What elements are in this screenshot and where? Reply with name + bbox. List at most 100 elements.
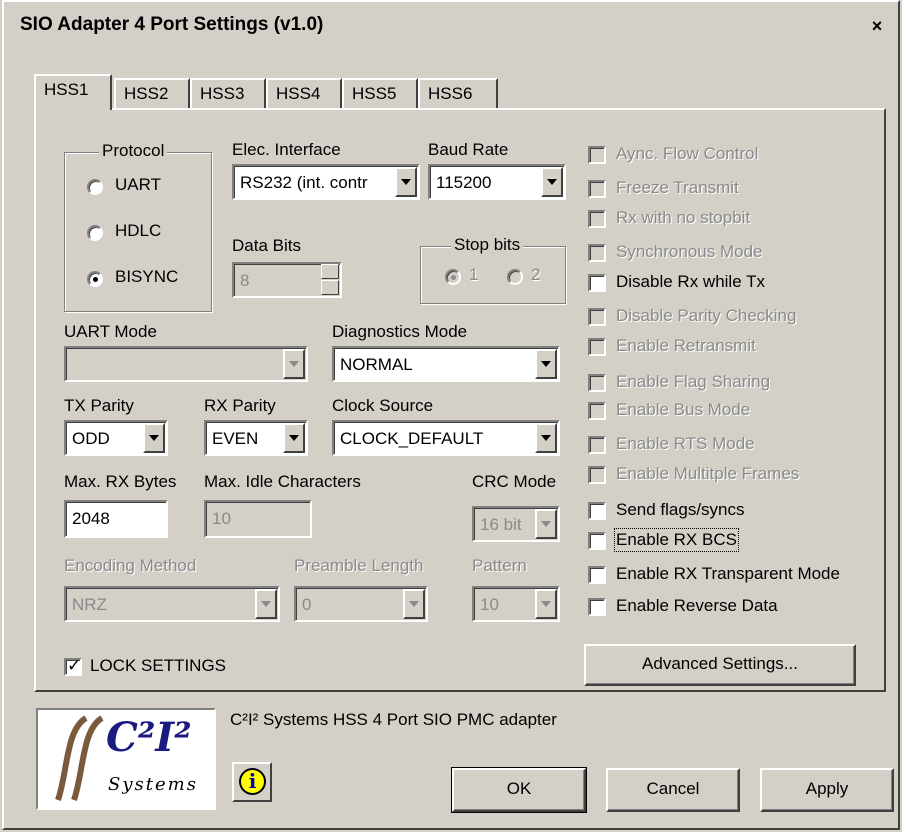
diagnostics-mode-label: Diagnostics Mode <box>332 322 468 341</box>
company-logo: C²I² Systems <box>36 708 216 810</box>
option-label: Freeze Transmit <box>616 178 739 197</box>
uart-mode-label: UART Mode <box>64 322 157 341</box>
diagnostics-mode-select[interactable]: NORMAL <box>332 346 560 382</box>
lock-settings-checkbox[interactable]: ✓ <box>64 656 82 676</box>
option-checkbox[interactable] <box>588 436 606 454</box>
crc-mode-value: 16 bit <box>480 515 522 534</box>
tab-hss3[interactable]: HSS3 <box>190 78 266 108</box>
option-label: Enable Bus Mode <box>616 400 751 419</box>
option-checkbox[interactable] <box>588 598 606 616</box>
chevron-down-icon[interactable] <box>283 423 305 453</box>
chevron-down-icon[interactable] <box>283 349 305 379</box>
radio-stop-2-label: 2 <box>531 265 541 284</box>
option-label: Enable Flag Sharing <box>616 372 771 391</box>
max-rx-bytes-label: Max. RX Bytes <box>64 472 177 491</box>
tab-hss2[interactable]: HSS2 <box>114 78 190 108</box>
tx-parity-label: TX Parity <box>64 396 134 415</box>
option-checkbox[interactable] <box>588 210 606 228</box>
radio-hdlc-label: HDLC <box>115 221 162 240</box>
max-rx-bytes-input[interactable]: 2048 <box>64 500 168 538</box>
stop-bits-group: Stop bits 1 2 <box>420 235 566 304</box>
chevron-down-icon[interactable] <box>535 349 557 379</box>
option-label: Enable Reverse Data <box>616 596 778 615</box>
tx-parity-value: ODD <box>72 429 110 448</box>
radio-hdlc[interactable] <box>87 225 103 241</box>
diagnostics-mode-value: NORMAL <box>340 355 413 374</box>
rx-parity-label: RX Parity <box>204 396 276 415</box>
preamble-length-select[interactable]: 0 <box>294 586 428 622</box>
baud-rate-label: Baud Rate <box>428 140 509 159</box>
radio-stop-2[interactable] <box>507 269 523 285</box>
cancel-button[interactable]: Cancel <box>606 768 740 812</box>
option-checkbox[interactable] <box>588 374 606 392</box>
option-checkbox[interactable] <box>588 244 606 262</box>
option-checkbox[interactable] <box>588 566 606 584</box>
info-button[interactable]: i <box>232 762 272 802</box>
tab-hss5[interactable]: HSS5 <box>342 78 418 108</box>
option-checkbox[interactable] <box>588 402 606 420</box>
tab-hss1[interactable]: HSS1 <box>34 74 112 110</box>
option-label: Disable Parity Checking <box>616 306 797 325</box>
max-idle-chars-value: 10 <box>212 509 231 528</box>
option-label: Disable Rx while Tx <box>616 272 765 291</box>
chevron-down-icon[interactable] <box>535 423 557 453</box>
chevron-down-icon[interactable] <box>535 509 557 539</box>
option-checkbox[interactable] <box>588 466 606 484</box>
tab-hss6[interactable]: HSS6 <box>418 78 498 108</box>
option-label: Enable Retransmit <box>616 336 756 355</box>
clock-source-value: CLOCK_DEFAULT <box>340 429 484 448</box>
radio-stop-1[interactable] <box>445 269 461 285</box>
pattern-select[interactable]: 10 <box>472 586 560 622</box>
option-checkbox[interactable] <box>588 274 606 292</box>
ok-button[interactable]: OK <box>451 767 587 813</box>
elec-interface-select[interactable]: RS232 (int. contr <box>232 164 420 200</box>
apply-button[interactable]: Apply <box>760 768 894 812</box>
chevron-down-icon[interactable] <box>535 589 557 619</box>
pattern-value: 10 <box>480 595 499 614</box>
baud-rate-value: 115200 <box>436 173 492 192</box>
spin-down-icon[interactable] <box>321 280 339 295</box>
radio-uart[interactable] <box>87 179 103 195</box>
option-checkbox[interactable] <box>588 146 606 164</box>
max-idle-chars-input[interactable]: 10 <box>204 500 312 538</box>
option-label: Enable Multitple Frames <box>616 464 800 483</box>
chevron-down-icon[interactable] <box>541 167 563 197</box>
option-checkbox[interactable] <box>588 180 606 198</box>
radio-bisync-label: BISYNC <box>115 267 179 286</box>
advanced-settings-button[interactable]: Advanced Settings... <box>584 644 856 686</box>
option-label: Send flags/syncs <box>616 500 745 519</box>
radio-bisync[interactable] <box>87 271 103 287</box>
max-idle-chars-label: Max. Idle Characters <box>204 472 361 491</box>
option-checkbox[interactable] <box>588 338 606 356</box>
stop-bits-legend: Stop bits <box>451 235 524 255</box>
baud-rate-select[interactable]: 115200 <box>428 164 566 200</box>
tab-hss4[interactable]: HSS4 <box>266 78 342 108</box>
title-bar: SIO Adapter 4 Port Settings (v1.0) × <box>12 8 892 46</box>
radio-stop-1-label: 1 <box>469 265 479 284</box>
encoding-method-select[interactable]: NRZ <box>64 586 280 622</box>
clock-source-select[interactable]: CLOCK_DEFAULT <box>332 420 560 456</box>
tx-parity-select[interactable]: ODD <box>64 420 168 456</box>
preamble-length-label: Preamble Length <box>294 556 424 575</box>
crc-mode-select[interactable]: 16 bit <box>472 506 560 542</box>
data-bits-spinner[interactable]: 8 <box>232 262 342 298</box>
option-checkbox[interactable] <box>588 502 606 520</box>
crc-mode-label: CRC Mode <box>472 472 557 491</box>
clock-source-label: Clock Source <box>332 396 434 415</box>
option-checkbox[interactable] <box>588 532 606 550</box>
option-label: Enable RX BCS <box>614 528 739 552</box>
chevron-down-icon[interactable] <box>395 167 417 197</box>
chevron-down-icon[interactable] <box>403 589 425 619</box>
spin-up-icon[interactable] <box>321 264 339 279</box>
protocol-legend: Protocol <box>99 141 168 161</box>
chevron-down-icon[interactable] <box>255 589 277 619</box>
close-icon[interactable]: × <box>866 16 888 38</box>
option-checkbox[interactable] <box>588 308 606 326</box>
protocol-group: Protocol UART HDLC BISYNC <box>64 141 212 312</box>
checkmark-icon: ✓ <box>67 656 82 675</box>
chevron-down-icon[interactable] <box>143 423 165 453</box>
rx-parity-select[interactable]: EVEN <box>204 420 308 456</box>
rx-parity-value: EVEN <box>212 429 259 448</box>
uart-mode-select[interactable] <box>64 346 308 382</box>
info-icon: i <box>239 768 266 795</box>
